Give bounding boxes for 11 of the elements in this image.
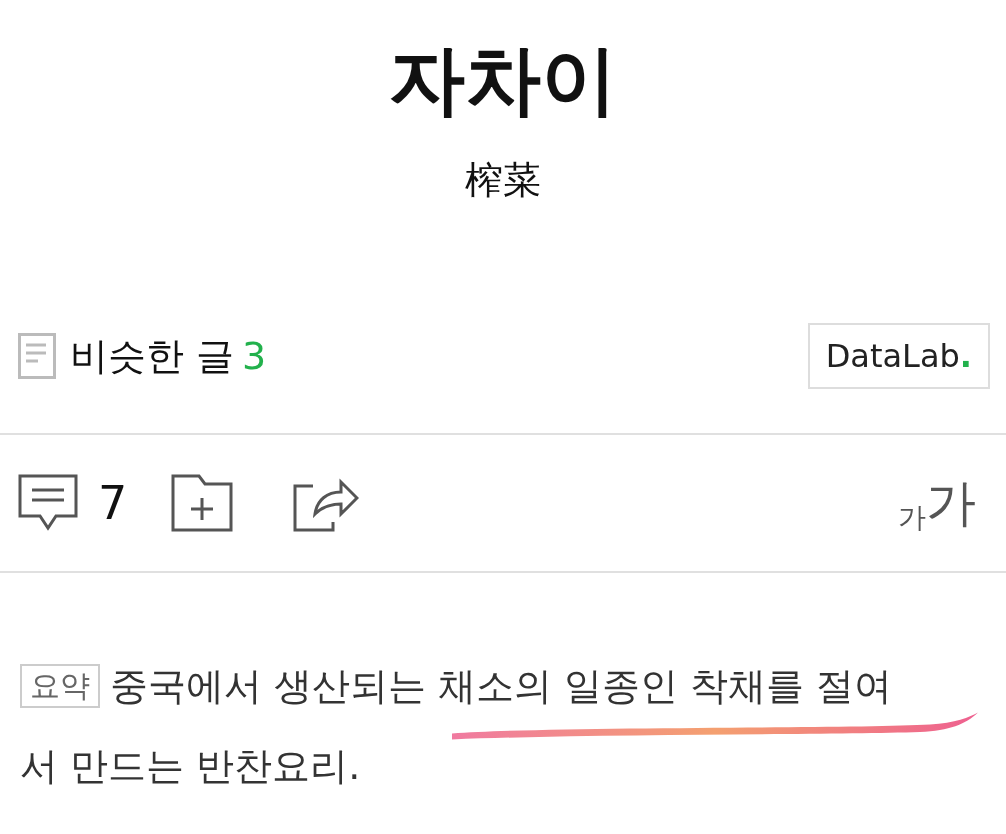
summary-text: 중국에서 생산되는 채소의 일종인 착채를 절여 xyxy=(110,663,893,711)
summary-text: 서 만드는 반찬요리. xyxy=(20,743,362,791)
page-title: 자차이 xyxy=(389,38,617,122)
summary-badge: 요약 xyxy=(20,664,100,709)
datalab-button[interactable]: DataLab. xyxy=(807,323,990,390)
similar-posts-link[interactable]: 비슷한 글 3 xyxy=(70,330,267,382)
comment-icon[interactable] xyxy=(18,474,78,533)
subtitle: 榨菜 xyxy=(465,157,541,204)
add-folder-icon[interactable] xyxy=(171,474,234,533)
document-icon xyxy=(18,333,56,380)
comment-count: 7 xyxy=(98,476,128,531)
